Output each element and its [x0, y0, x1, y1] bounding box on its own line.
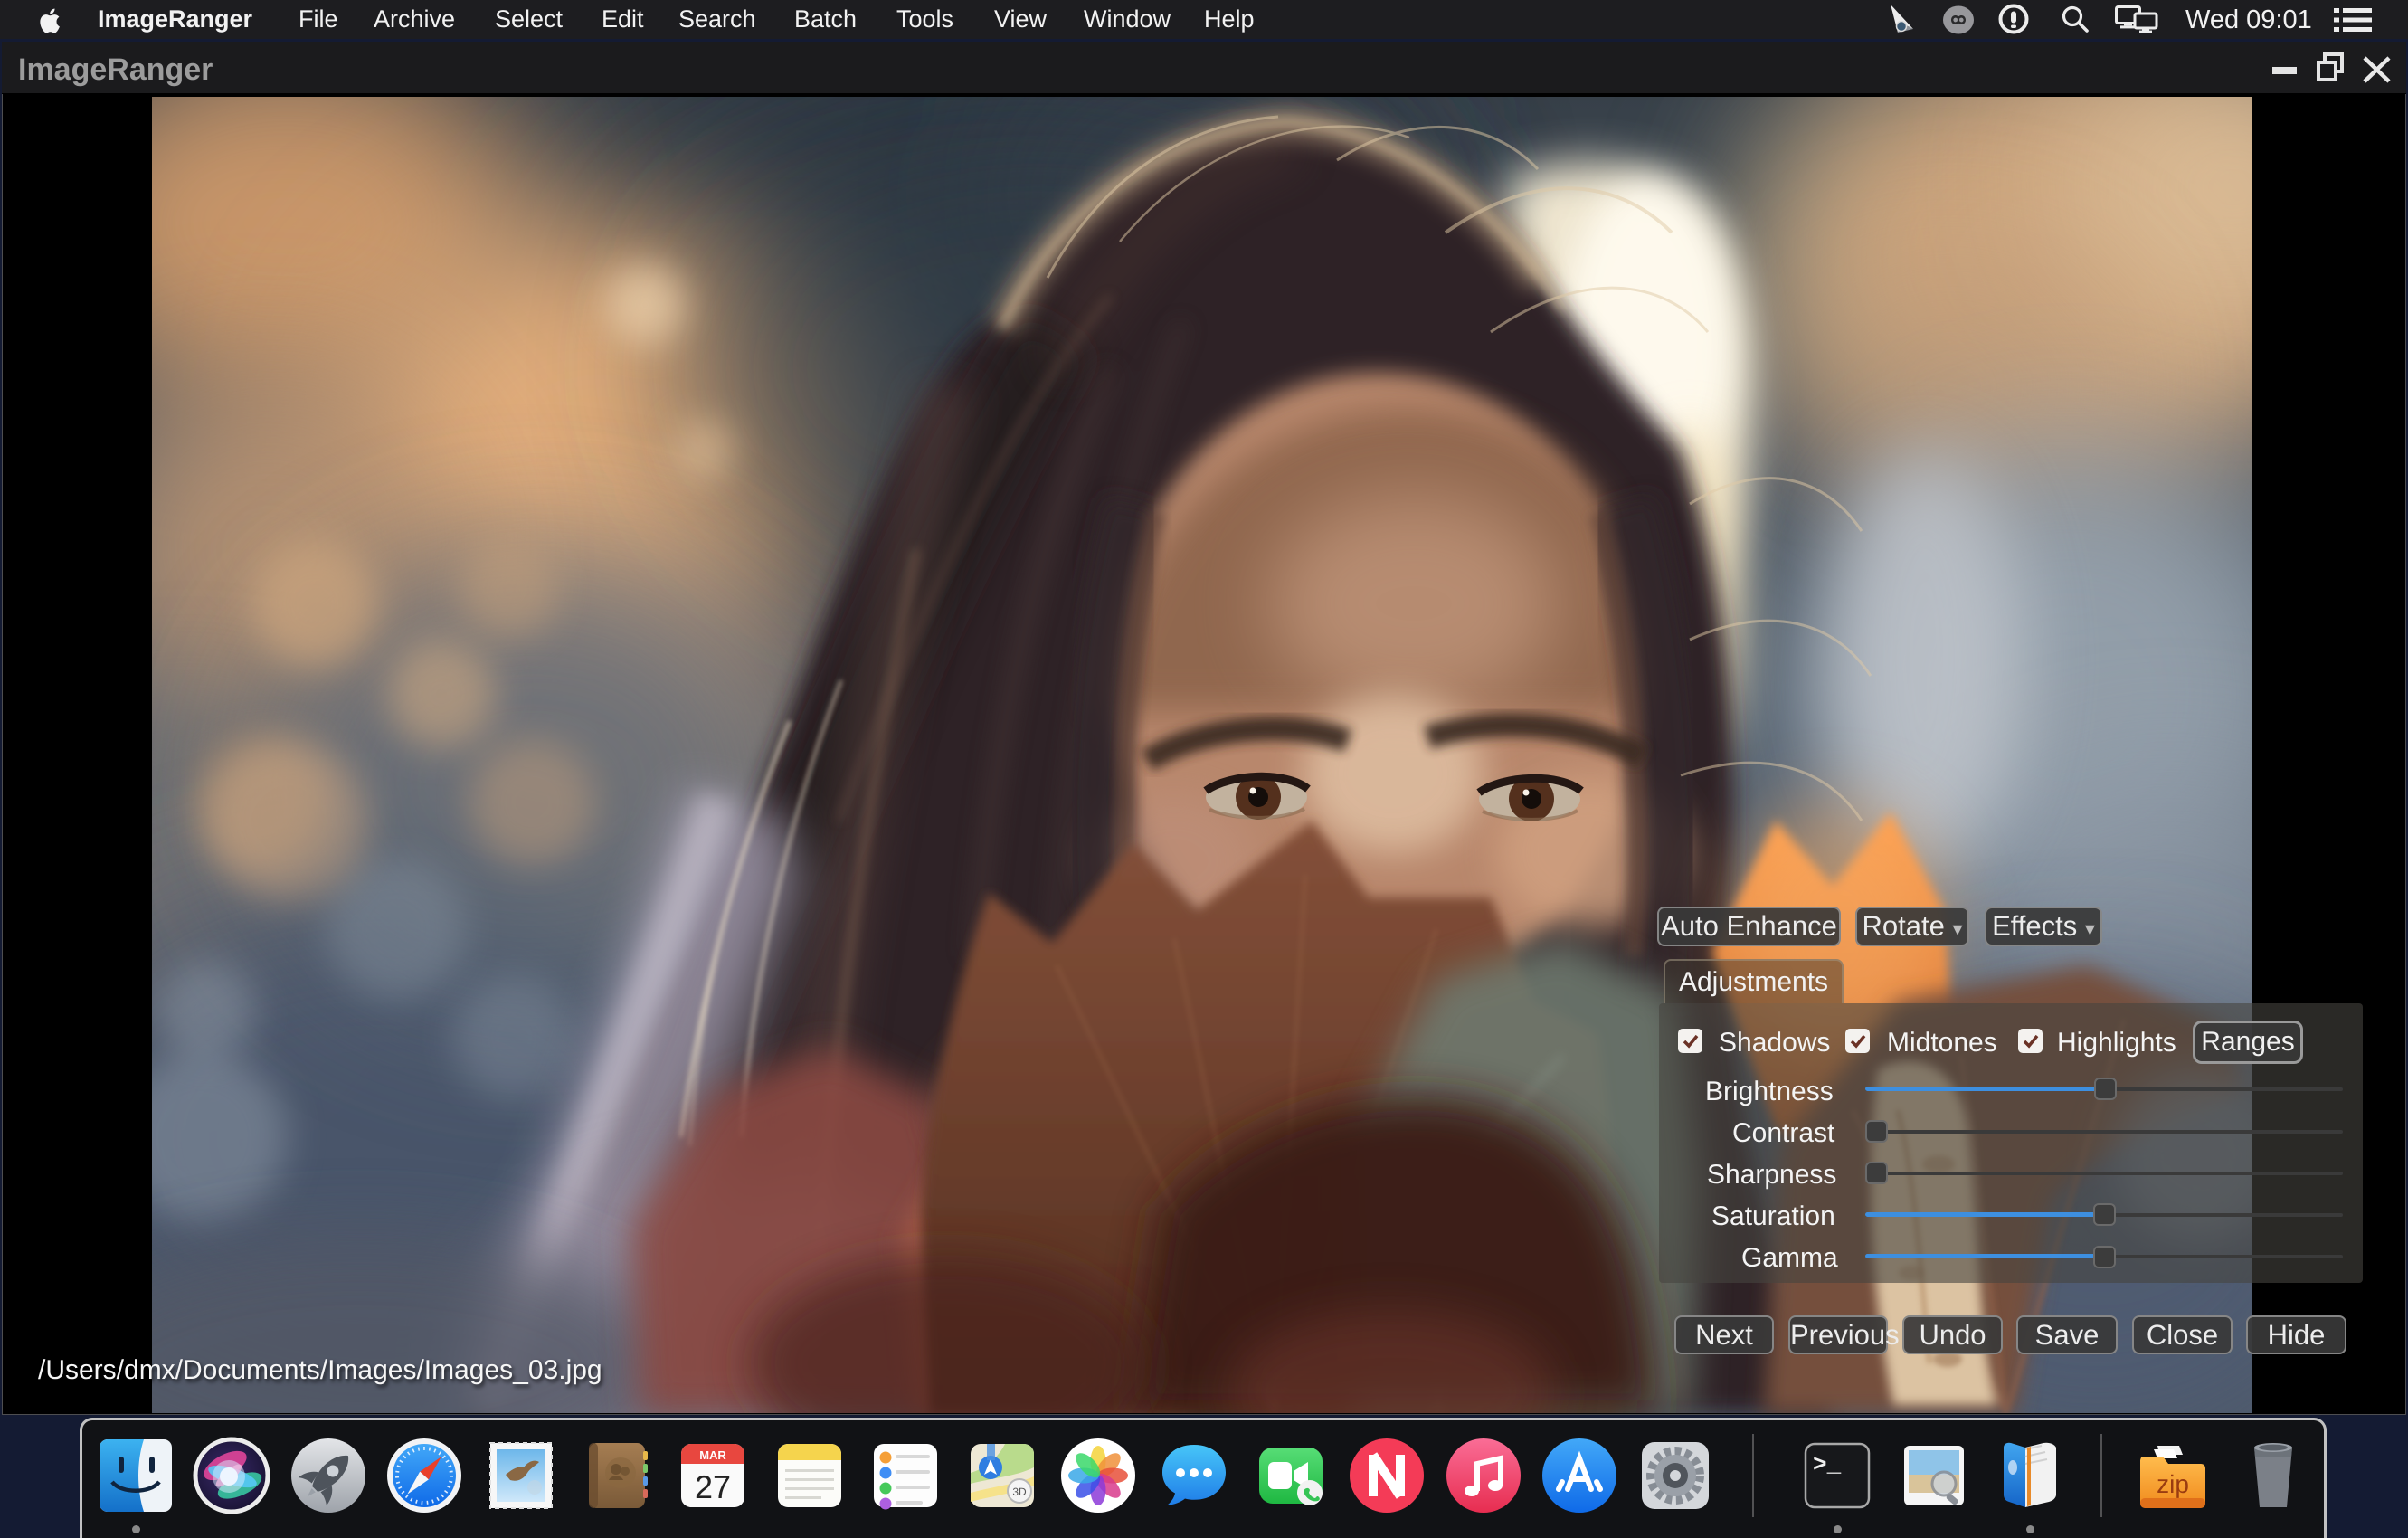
svg-text:MAR: MAR — [699, 1448, 726, 1462]
svg-text:27: 27 — [695, 1468, 731, 1505]
svg-text:>_: >_ — [1813, 1451, 1842, 1478]
svg-text:zip: zip — [2157, 1470, 2189, 1498]
svg-text:3D: 3D — [1012, 1486, 1027, 1498]
